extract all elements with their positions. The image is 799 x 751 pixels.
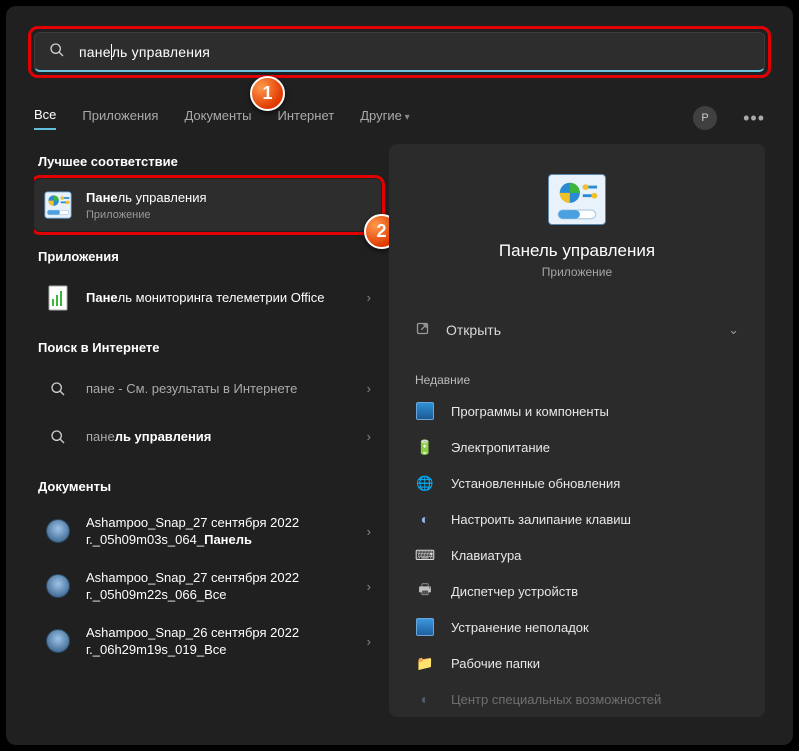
section-apps: Приложения xyxy=(38,249,381,264)
tab-web[interactable]: Интернет xyxy=(277,108,334,129)
search-input[interactable]: панель управления xyxy=(34,32,765,72)
recent-power[interactable]: 🔋 Электропитание xyxy=(389,429,765,465)
result-doc-1[interactable]: Ashampoo_Snap_27 сентября 2022 г._05h09m… xyxy=(34,504,381,559)
open-button[interactable]: Открыть ⌄ xyxy=(389,305,765,355)
search-query: панель управления xyxy=(79,44,750,60)
recent-device-manager[interactable]: 🖶 Диспетчер устройств xyxy=(389,573,765,609)
result-control-panel[interactable]: Панель управления Приложение xyxy=(34,179,381,231)
annotation-badge-1: 1 xyxy=(250,76,285,111)
recent-label: Программы и компоненты xyxy=(451,404,609,419)
section-documents: Документы xyxy=(38,479,381,494)
result-text: Панель управления Приложение xyxy=(86,189,371,221)
recent-label: Диспетчер устройств xyxy=(451,584,578,599)
result-text: панель управления xyxy=(86,428,353,446)
recent-label: Электропитание xyxy=(451,440,550,455)
result-text: Ashampoo_Snap_27 сентября 2022 г._05h09m… xyxy=(86,569,353,604)
recent-troubleshoot[interactable]: Устранение неполадок xyxy=(389,609,765,645)
search-icon xyxy=(44,375,72,403)
results-left: Лучшее соответствие Панель управления Пр… xyxy=(34,144,389,717)
recent-sticky-keys[interactable]: ◐ Настроить залипание клавиш xyxy=(389,501,765,537)
chevron-right-icon: › xyxy=(367,524,371,539)
recent-label: Устранение неполадок xyxy=(451,620,589,635)
start-search-window: панель управления 1 Все Приложения Докум… xyxy=(6,6,793,745)
result-text: пане - См. результаты в Интернете xyxy=(86,380,353,398)
result-web-2[interactable]: панель управления › xyxy=(34,413,381,461)
ease-icon: ◐ xyxy=(415,689,435,709)
preview-pane: Панель управления Приложение Открыть ⌄ Н… xyxy=(389,144,765,717)
chevron-right-icon: › xyxy=(367,429,371,444)
recent-header: Недавние xyxy=(389,355,765,393)
recent-work-folders[interactable]: 📁 Рабочие папки xyxy=(389,645,765,681)
result-doc-3[interactable]: Ashampoo_Snap_26 сентября 2022 г._06h29m… xyxy=(34,614,381,669)
recent-label: Настроить залипание клавиш xyxy=(451,512,631,527)
search-icon xyxy=(44,423,72,451)
troubleshoot-icon xyxy=(415,617,435,637)
updates-icon: 🌐 xyxy=(415,473,435,493)
app-icon xyxy=(44,284,72,312)
result-office-telemetry[interactable]: Панель мониторинга телеметрии Office › xyxy=(34,274,381,322)
recent-updates[interactable]: 🌐 Установленные обновления xyxy=(389,465,765,501)
accessibility-icon: ◐ xyxy=(415,509,435,529)
result-web-1[interactable]: пане - См. результаты в Интернете › xyxy=(34,365,381,413)
chevron-right-icon: › xyxy=(367,634,371,649)
result-text: Панель мониторинга телеметрии Office xyxy=(86,289,353,307)
tab-other[interactable]: Другие xyxy=(360,108,409,129)
keyboard-icon: ⌨ xyxy=(415,545,435,565)
result-text: Ashampoo_Snap_26 сентября 2022 г._06h29m… xyxy=(86,624,353,659)
section-web: Поиск в Интернете xyxy=(38,340,381,355)
filter-tabs: Все Приложения Документы Интернет Другие… xyxy=(34,106,765,130)
recent-label: Клавиатура xyxy=(451,548,521,563)
search-bar-wrap: панель управления 1 xyxy=(34,32,765,72)
preview-title: Панель управления xyxy=(389,241,765,261)
recent-label: Рабочие папки xyxy=(451,656,540,671)
annotation-badge-2: 2 xyxy=(364,214,389,249)
search-icon xyxy=(49,42,65,61)
control-panel-icon xyxy=(44,191,72,219)
user-avatar[interactable]: P xyxy=(693,106,717,130)
recent-label: Установленные обновления xyxy=(451,476,620,491)
chevron-right-icon: › xyxy=(367,290,371,305)
best-match-wrap: Панель управления Приложение 2 xyxy=(34,179,381,231)
document-icon xyxy=(44,517,72,545)
open-icon xyxy=(415,321,430,339)
tab-documents[interactable]: Документы xyxy=(184,108,251,129)
document-icon xyxy=(44,627,72,655)
chevron-right-icon: › xyxy=(367,381,371,396)
recent-programs-features[interactable]: Программы и компоненты xyxy=(389,393,765,429)
open-label: Открыть xyxy=(446,322,501,338)
preview-subtitle: Приложение xyxy=(389,265,765,279)
folder-icon: 📁 xyxy=(415,653,435,673)
result-doc-2[interactable]: Ashampoo_Snap_27 сентября 2022 г._05h09m… xyxy=(34,559,381,614)
programs-icon xyxy=(415,401,435,421)
document-icon xyxy=(44,572,72,600)
recent-label: Центр специальных возможностей xyxy=(451,692,661,707)
power-icon: 🔋 xyxy=(415,437,435,457)
results-columns: Лучшее соответствие Панель управления Пр… xyxy=(34,144,765,717)
recent-ease-of-access[interactable]: ◐ Центр специальных возможностей xyxy=(389,681,765,717)
tab-apps[interactable]: Приложения xyxy=(82,108,158,129)
chevron-down-icon[interactable]: ⌄ xyxy=(728,322,739,338)
device-icon: 🖶 xyxy=(415,581,435,601)
chevron-right-icon: › xyxy=(367,579,371,594)
section-best-match: Лучшее соответствие xyxy=(38,154,381,169)
result-text: Ashampoo_Snap_27 сентября 2022 г._05h09m… xyxy=(86,514,353,549)
tab-all[interactable]: Все xyxy=(34,107,56,130)
control-panel-large-icon xyxy=(548,174,606,225)
recent-keyboard[interactable]: ⌨ Клавиатура xyxy=(389,537,765,573)
